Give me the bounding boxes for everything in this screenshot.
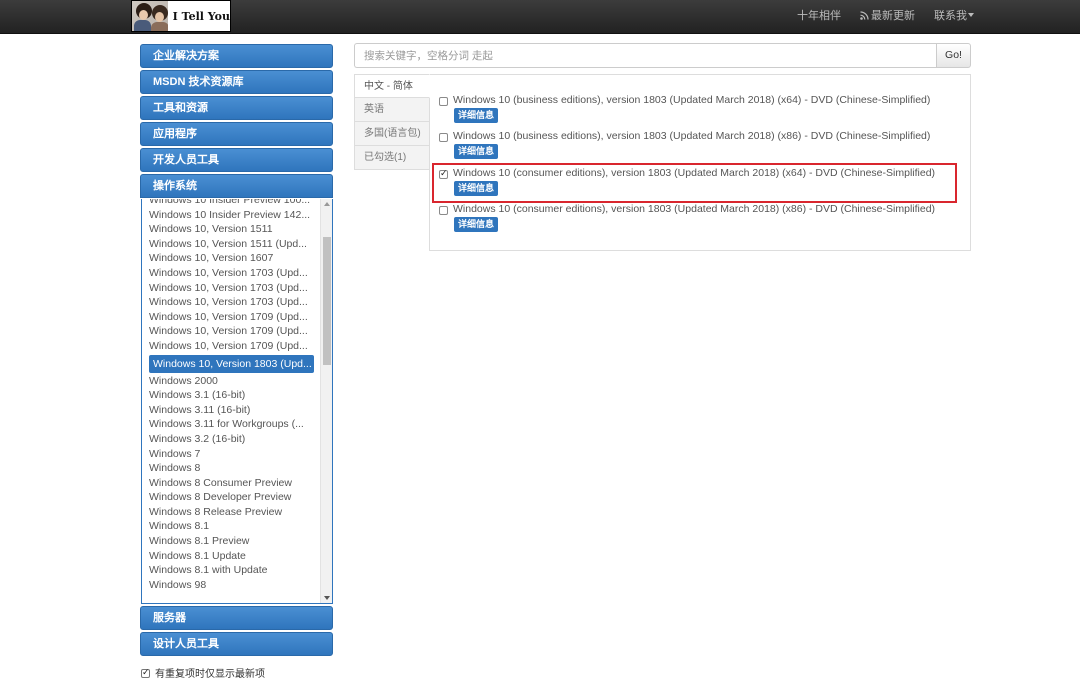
- file-checkbox[interactable]: [439, 206, 448, 215]
- os-item[interactable]: Windows 10, Version 1709 (Upd...: [142, 339, 320, 354]
- latest-only-toggle[interactable]: 有重复项时仅显示最新项: [141, 665, 265, 680]
- detail-button[interactable]: 详细信息: [454, 217, 499, 232]
- latest-only-label: 有重复项时仅显示最新项: [155, 669, 265, 680]
- tab-chinese-simplified[interactable]: 中文 - 简体: [354, 74, 430, 98]
- brand-logo[interactable]: I Tell You: [131, 0, 231, 32]
- os-item[interactable]: Windows 2000: [142, 374, 320, 389]
- os-item[interactable]: Windows 3.1 (16-bit): [142, 388, 320, 403]
- os-item[interactable]: Windows 8: [142, 461, 320, 476]
- logo-photo: [132, 1, 168, 31]
- os-item[interactable]: Windows 8 Consumer Preview: [142, 476, 320, 491]
- os-item[interactable]: Windows 8.1 Update: [142, 549, 320, 564]
- nav-latest-updates-label: 最新更新: [871, 10, 915, 22]
- nav-latest-updates-link[interactable]: 最新更新: [860, 0, 915, 34]
- file-name[interactable]: Windows 10 (consumer editions), version …: [453, 167, 935, 179]
- file-checkbox[interactable]: [439, 97, 448, 106]
- os-item[interactable]: Windows 8 Release Preview: [142, 505, 320, 520]
- os-item[interactable]: Windows 10, Version 1607: [142, 251, 320, 266]
- os-item[interactable]: Windows 8.1 with Update: [142, 563, 320, 578]
- os-item[interactable]: Windows 10, Version 1709 (Upd...: [142, 310, 320, 325]
- os-item-active[interactable]: Windows 10, Version 1803 (Upd...: [149, 354, 314, 373]
- tab-english[interactable]: 英语: [354, 98, 430, 122]
- os-item[interactable]: Windows 3.2 (16-bit): [142, 432, 320, 447]
- scroll-down-icon[interactable]: [324, 596, 330, 600]
- os-list-items: Windows 10 Insider Preview 100... Windows…: [142, 199, 320, 592]
- nav-contact-dropdown[interactable]: 联系我: [934, 0, 974, 34]
- os-item[interactable]: Windows 7: [142, 447, 320, 462]
- category-msdn-library[interactable]: MSDN 技术资源库: [140, 70, 333, 94]
- category-enterprise-solutions[interactable]: 企业解决方案: [140, 44, 333, 68]
- category-applications[interactable]: 应用程序: [140, 122, 333, 146]
- os-item[interactable]: Windows 10, Version 1703 (Upd...: [142, 281, 320, 296]
- scrollbar-thumb[interactable]: [323, 237, 331, 365]
- os-item[interactable]: Windows 10 Insider Preview 100...: [142, 199, 320, 208]
- file-name[interactable]: Windows 10 (business editions), version …: [453, 130, 930, 142]
- file-checkbox[interactable]: [439, 168, 448, 179]
- file-row: Windows 10 (business editions), version …: [430, 111, 970, 159]
- file-row: Windows 10 (business editions), version …: [430, 75, 970, 123]
- os-item[interactable]: Windows 3.11 for Workgroups (...: [142, 417, 320, 432]
- os-item[interactable]: Windows 8.1 Preview: [142, 534, 320, 549]
- category-developer-tools[interactable]: 开发人员工具: [140, 148, 333, 172]
- category-operating-systems[interactable]: 操作系统: [140, 174, 333, 198]
- top-navbar: I Tell You 十年相伴 最新更新 联系我: [0, 0, 1080, 34]
- os-item[interactable]: Windows 98: [142, 578, 320, 593]
- os-list-scrollbar[interactable]: [320, 199, 332, 603]
- search-go-button[interactable]: Go!: [936, 43, 971, 68]
- tab-multilanguage[interactable]: 多国(语言包): [354, 122, 430, 146]
- os-item[interactable]: Windows 10, Version 1709 (Upd...: [142, 324, 320, 339]
- caret-down-icon: [968, 13, 974, 17]
- search-input[interactable]: [354, 43, 937, 68]
- os-item[interactable]: Windows 8.1: [142, 519, 320, 534]
- file-name[interactable]: Windows 10 (business editions), version …: [453, 94, 930, 106]
- file-row: Windows 10 (consumer editions), version …: [430, 184, 970, 232]
- os-item[interactable]: Windows 10, Version 1511 (Upd...: [142, 237, 320, 252]
- category-designer-tools[interactable]: 设计人员工具: [140, 632, 333, 656]
- os-item[interactable]: Windows 10, Version 1703 (Upd...: [142, 266, 320, 281]
- latest-only-checkbox[interactable]: [141, 667, 150, 678]
- tab-checked[interactable]: 已勾选(1): [354, 146, 430, 170]
- os-list[interactable]: Windows 10 Insider Preview 100... Windows…: [141, 199, 333, 604]
- os-item[interactable]: Windows 10 Insider Preview 142...: [142, 208, 320, 223]
- file-checkbox[interactable]: [439, 133, 448, 142]
- os-item[interactable]: Windows 10, Version 1703 (Upd...: [142, 295, 320, 310]
- scroll-up-icon[interactable]: [324, 202, 330, 206]
- category-servers[interactable]: 服务器: [140, 606, 333, 630]
- category-tools-resources[interactable]: 工具和资源: [140, 96, 333, 120]
- os-item[interactable]: Windows 10, Version 1511: [142, 222, 320, 237]
- rss-icon: [860, 1, 869, 20]
- os-item[interactable]: Windows 8 Developer Preview: [142, 490, 320, 505]
- file-name[interactable]: Windows 10 (consumer editions), version …: [453, 203, 935, 215]
- nav-contact-label: 联系我: [934, 10, 967, 22]
- file-list-panel: Windows 10 (business editions), version …: [429, 74, 971, 251]
- file-row: Windows 10 (consumer editions), version …: [430, 148, 970, 196]
- nav-anniversary-link[interactable]: 十年相伴: [797, 0, 841, 34]
- brand-name: I Tell You: [172, 9, 230, 23]
- os-item[interactable]: Windows 3.11 (16-bit): [142, 403, 320, 418]
